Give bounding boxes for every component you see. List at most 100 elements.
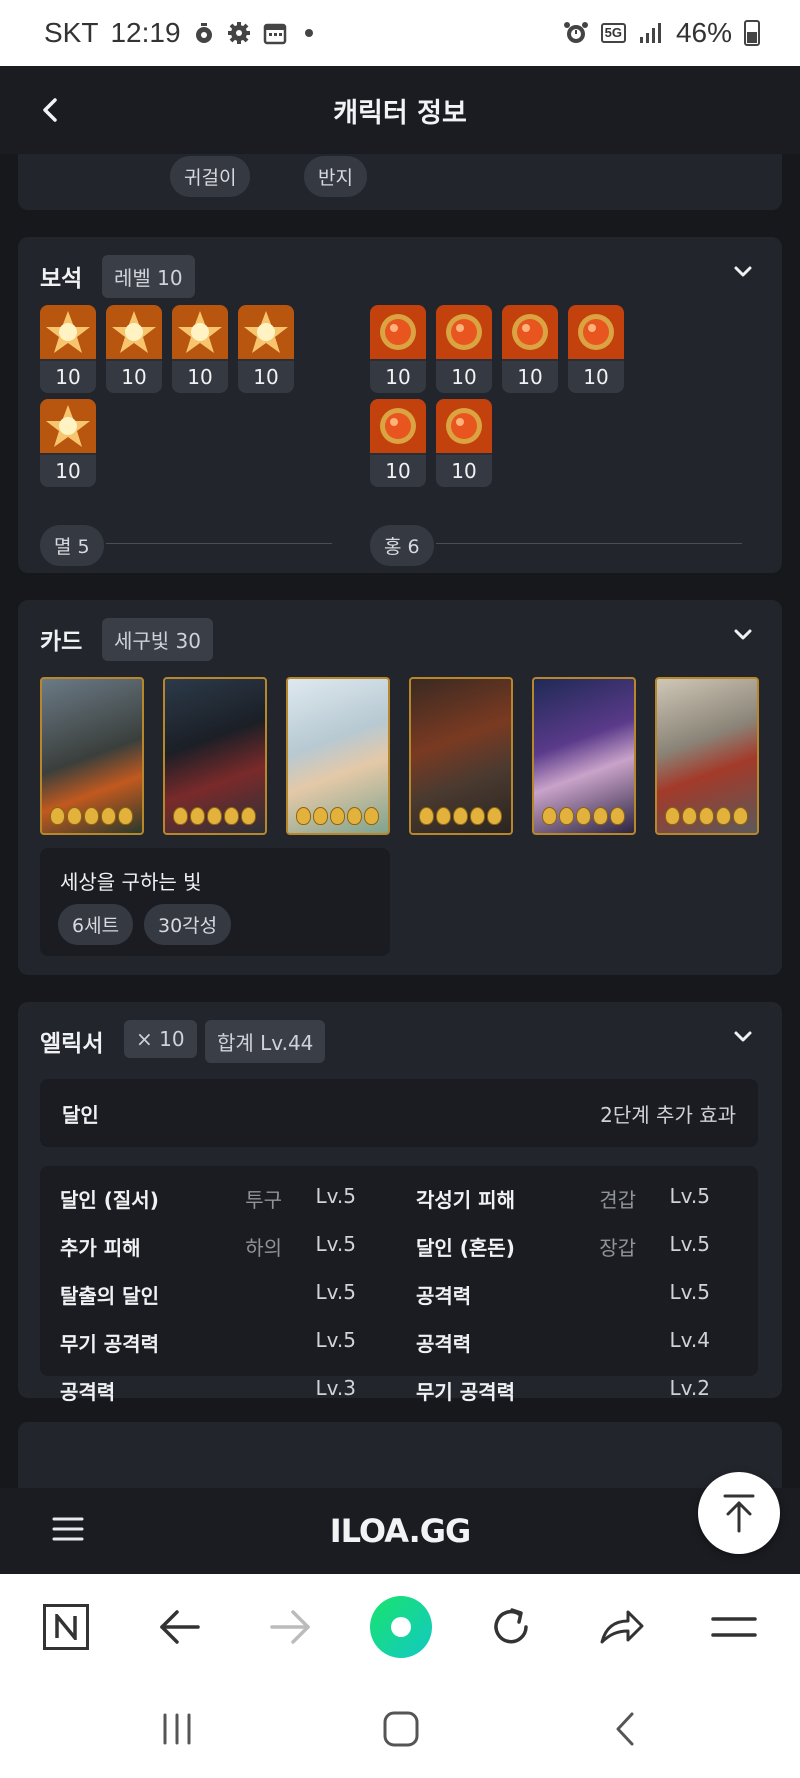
next-section-card	[18, 1422, 782, 1488]
green-dot-icon	[391, 1617, 411, 1637]
gem-cooldown-3[interactable]: 10	[502, 305, 558, 393]
divider	[106, 543, 332, 544]
accessory-chip-ring[interactable]: 반지	[304, 156, 367, 197]
elixir-option-level: Lv.5	[315, 1280, 356, 1304]
card-slot-2[interactable]	[163, 677, 267, 835]
recent-apps-icon[interactable]	[160, 1712, 194, 1746]
elixir-option-name: 무기 공격력	[60, 1332, 159, 1356]
app-bottom-nav: ILOA.GG	[0, 1488, 800, 1574]
scroll-top-button[interactable]	[698, 1472, 780, 1554]
carrier-label: SKT	[44, 17, 99, 48]
back-arrow-icon[interactable]	[158, 1608, 202, 1646]
gem-cooldown-1[interactable]: 10	[370, 305, 426, 393]
android-nav-bar	[0, 1680, 800, 1778]
gem-icon	[436, 305, 492, 359]
naver-n-icon	[55, 1614, 77, 1640]
accessory-chip-earring[interactable]: 귀걸이	[170, 156, 251, 197]
card-slot-6[interactable]	[655, 677, 759, 835]
chevron-down-icon[interactable]	[732, 1026, 754, 1048]
gem-icon	[106, 305, 162, 359]
elixir-option-level: Lv.5	[669, 1184, 710, 1208]
elixir-card: 엘릭서 × 10 합계 Lv.44 달인 2단계 추가 효과 달인 (질서) 투구…	[18, 1002, 782, 1404]
awakening-pips	[50, 807, 133, 825]
gem-cooldown-6[interactable]: 10	[436, 399, 492, 487]
elixir-title: 엘릭서	[40, 1031, 104, 1057]
gem-cooldown-4[interactable]: 10	[568, 305, 624, 393]
gem-destruction-4[interactable]: 10	[238, 305, 294, 393]
elixir-total-tag: 합계 Lv.44	[205, 1020, 326, 1063]
home-icon[interactable]	[382, 1710, 420, 1748]
gems-level-tag: 레벨 10	[102, 255, 195, 298]
elixir-option-level: Lv.4	[669, 1328, 710, 1352]
settings-icon	[227, 22, 250, 44]
battery-percent: 46%	[675, 17, 732, 48]
elixir-option-level: Lv.5	[669, 1280, 710, 1304]
card-slot-3[interactable]	[286, 677, 390, 835]
elixir-option-slot: 견갑	[599, 1188, 636, 1212]
elixir-option-name: 각성기 피해	[416, 1188, 515, 1212]
back-button[interactable]	[30, 90, 70, 130]
gem-summary-left: 멸 5	[40, 525, 104, 566]
share-icon[interactable]	[598, 1606, 646, 1648]
elixir-table: 달인 (질서) 투구 Lv.5 각성기 피해 견갑 Lv.5 추가 피해 하의 Lv.5 달인 (…	[40, 1166, 758, 1404]
gem-level: 10	[436, 455, 492, 487]
gem-summary-right: 홍 6	[370, 525, 434, 566]
browser-toolbar	[0, 1574, 800, 1680]
elixir-option-level: Lv.5	[315, 1184, 356, 1208]
green-dot-button[interactable]	[370, 1596, 432, 1658]
elixir-option-slot: 장갑	[599, 1236, 636, 1260]
cards-set-tag: 세구빛 30	[102, 618, 214, 661]
gem-destruction-2[interactable]: 10	[106, 305, 162, 393]
back-nav-icon[interactable]	[612, 1710, 638, 1748]
elixir-option-name: 공격력	[416, 1332, 472, 1356]
elixir-option-name: 달인 (질서)	[60, 1188, 159, 1212]
gem-level: 10	[436, 361, 492, 393]
gem-cooldown-2[interactable]: 10	[436, 305, 492, 393]
elixir-option-slot: 투구	[245, 1188, 282, 1212]
calendar-icon	[263, 23, 286, 45]
cards-card: 카드 세구빛 30 세상을 구하는 빛 6세트 30각성	[18, 600, 782, 975]
card-slot-5[interactable]	[532, 677, 636, 835]
chevron-down-icon[interactable]	[732, 261, 754, 283]
notification-dot-icon	[304, 29, 313, 37]
gem-level: 10	[172, 361, 228, 393]
gems-title: 보석	[40, 266, 83, 292]
battery-icon	[744, 20, 760, 46]
gem-destruction-3[interactable]: 10	[172, 305, 228, 393]
elixir-option-slot: 하의	[245, 1236, 282, 1260]
elixir-option-name: 추가 피해	[60, 1236, 141, 1260]
elixir-option-name: 공격력	[416, 1284, 472, 1308]
gem-level: 10	[502, 361, 558, 393]
brand-logo[interactable]: ILOA.GG	[0, 1512, 800, 1550]
gem-destruction-5[interactable]: 10	[40, 399, 96, 487]
forward-arrow-icon[interactable]	[268, 1608, 312, 1646]
naver-home-button[interactable]	[43, 1604, 89, 1650]
gem-icon	[370, 399, 426, 453]
refresh-icon[interactable]	[488, 1604, 534, 1650]
network-type-label: 5G	[600, 23, 626, 43]
gem-icon	[568, 305, 624, 359]
awakening-pips	[173, 807, 256, 825]
gem-cooldown-5[interactable]: 10	[370, 399, 426, 487]
card-set-name: 세상을 구하는 빛	[60, 870, 202, 894]
card-slot-1[interactable]	[40, 677, 144, 835]
clock: 12:19	[110, 17, 181, 48]
gem-level: 10	[238, 361, 294, 393]
gem-level: 10	[568, 361, 624, 393]
card-set-panel: 세상을 구하는 빛 6세트 30각성	[40, 848, 390, 956]
card-slot-4[interactable]	[409, 677, 513, 835]
chevron-down-icon[interactable]	[732, 624, 754, 646]
awakening-pips	[665, 807, 748, 825]
alarm-icon	[563, 22, 588, 43]
timer-icon	[195, 23, 212, 43]
menu-icon[interactable]	[710, 1614, 758, 1640]
elixir-effect-name: 달인	[62, 1103, 99, 1127]
page-title: 캐릭터 정보	[333, 97, 467, 129]
gem-icon	[436, 399, 492, 453]
elixir-option-level: Lv.2	[669, 1376, 710, 1400]
gem-level: 10	[106, 361, 162, 393]
gem-destruction-1[interactable]: 10	[40, 305, 96, 393]
gem-icon	[40, 399, 96, 453]
gems-card: 보석 레벨 10 10 10 10 10 10 10 10 10 10 10 10 멸 5 홍 6	[18, 237, 782, 573]
elixir-option-name: 무기 공격력	[416, 1380, 515, 1404]
